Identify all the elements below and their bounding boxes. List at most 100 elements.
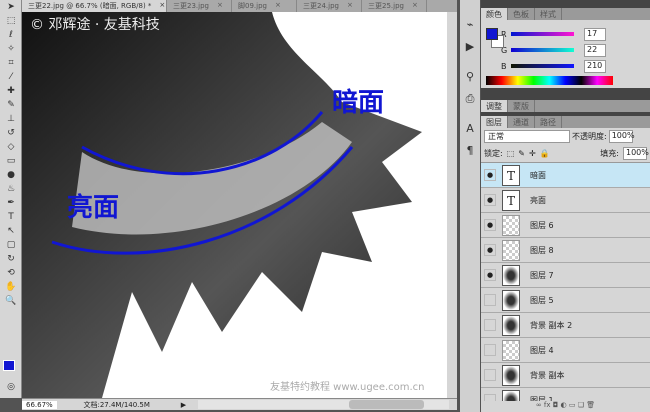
layer-row[interactable]: 图层 5 (481, 288, 650, 313)
layer-row[interactable]: ● 图层 7 (481, 263, 650, 288)
group-icon[interactable]: ▭ (569, 401, 576, 409)
history-icon[interactable]: ⌁ (460, 14, 480, 36)
zoom-level[interactable]: 66.67% (22, 400, 57, 409)
opacity-input[interactable]: 100% (608, 130, 635, 143)
lock-all-icon[interactable]: 🔒 (540, 149, 550, 158)
quick-mask-icon[interactable]: ◎ (2, 381, 20, 394)
path-select-icon[interactable]: ↖ (2, 225, 20, 238)
visibility-toggle[interactable] (484, 344, 496, 356)
character-icon[interactable]: A (460, 118, 480, 140)
zoom-tool-icon[interactable]: 🔍 (2, 295, 20, 308)
color-spectrum[interactable] (486, 76, 613, 85)
tab-color[interactable]: 颜色 (481, 8, 508, 20)
close-icon[interactable]: × (217, 1, 223, 11)
layer-row[interactable]: 背景 副本 2 (481, 313, 650, 338)
layer-row[interactable]: 图层 1 (481, 388, 650, 401)
dodge-tool-icon[interactable]: ♨ (2, 183, 20, 196)
shape-tool-icon[interactable]: ▢ (2, 239, 20, 252)
tab-label: 三更23.jpg (173, 2, 209, 10)
crop-tool-icon[interactable]: ⌗ (2, 57, 20, 70)
actions-icon[interactable]: ▶ (460, 36, 480, 58)
tab-doc-5[interactable]: 三更25.jpg × (362, 0, 427, 12)
eye-icon[interactable]: ● (484, 169, 496, 181)
visibility-toggle[interactable] (484, 294, 496, 306)
tab-doc-4[interactable]: 三更24.jpg × (297, 0, 362, 12)
fill-input[interactable]: 100% (623, 147, 649, 160)
tab-styles[interactable]: 样式 (535, 8, 562, 20)
document-tabs: 三更22.jpg @ 66.7% (暗面, RGB/8) * × 三更23.jpg… (22, 0, 457, 12)
clone-source-icon[interactable]: ⎙ (460, 88, 480, 110)
copyright-text: © 邓辉途 · 友基科技 (30, 17, 160, 33)
scroll-thumb[interactable] (348, 400, 424, 409)
tab-layers[interactable]: 图层 (481, 116, 508, 128)
eye-icon[interactable]: ● (484, 269, 496, 281)
stamp-tool-icon[interactable]: ⊥ (2, 113, 20, 126)
tab-channels[interactable]: 通道 (508, 116, 535, 128)
status-menu-arrow-icon[interactable]: ▶ (177, 401, 190, 409)
g-input[interactable]: 22 (584, 43, 606, 57)
visibility-toggle[interactable] (484, 319, 496, 331)
layer-row[interactable]: ● T 暗面 (481, 163, 650, 188)
mask-icon[interactable]: ◘ (553, 401, 559, 409)
horizontal-scrollbar[interactable] (198, 400, 449, 409)
pen-tool-icon[interactable]: ✒ (2, 197, 20, 210)
tab-adjustments[interactable]: 调整 (481, 100, 508, 112)
fx-icon[interactable]: fx (544, 401, 551, 409)
layer-row[interactable]: ● 图层 6 (481, 213, 650, 238)
eye-icon[interactable]: ● (484, 244, 496, 256)
move-tool-icon[interactable]: ➤ (2, 1, 20, 14)
eye-icon[interactable]: ● (484, 219, 496, 231)
history-brush-icon[interactable]: ↺ (2, 127, 20, 140)
3d-orbit-icon[interactable]: ⟲ (2, 267, 20, 280)
close-icon[interactable]: × (159, 1, 165, 11)
canvas[interactable]: © 邓辉途 · 友基科技 暗面 亮面 友基特约教程 www.ugee.com.c… (22, 12, 447, 398)
layer-row[interactable]: 图层 4 (481, 338, 650, 363)
blend-mode-select[interactable]: 正常 (484, 130, 570, 143)
eraser-icon[interactable]: ◇ (2, 141, 20, 154)
eye-icon[interactable]: ● (484, 194, 496, 206)
visibility-toggle[interactable] (484, 394, 496, 401)
lock-position-icon[interactable]: ✛ (529, 149, 536, 158)
foreground-color-swatch[interactable] (486, 28, 498, 40)
type-tool-icon[interactable]: T (2, 211, 20, 224)
tab-doc-1[interactable]: 三更22.jpg @ 66.7% (暗面, RGB/8) * × (22, 0, 167, 12)
r-input[interactable]: 17 (584, 27, 606, 41)
tool-presets-icon[interactable]: ⚲ (460, 66, 480, 88)
link-icon[interactable]: ∞ (536, 401, 542, 409)
healing-brush-icon[interactable]: ✚ (2, 85, 20, 98)
blur-tool-icon[interactable]: ● (2, 169, 20, 182)
tab-doc-3[interactable]: 脚09.jpg × (232, 0, 297, 12)
lock-transparency-icon[interactable]: ⬚ (507, 149, 515, 158)
eyedropper-icon[interactable]: ⁄ (2, 71, 20, 84)
tab-doc-2[interactable]: 三更23.jpg × (167, 0, 232, 12)
watermark-text: 友基特约教程 www.ugee.com.cn (270, 382, 425, 393)
hand-tool-icon[interactable]: ✋ (2, 281, 20, 294)
delete-icon[interactable]: 🗑 (586, 401, 595, 409)
lock-pixels-icon[interactable]: ✎ (518, 149, 525, 158)
foreground-color-swatch[interactable] (3, 360, 15, 371)
magic-wand-icon[interactable]: ✧ (2, 43, 20, 56)
g-slider[interactable] (511, 48, 574, 52)
layer-row[interactable]: ● 图层 8 (481, 238, 650, 263)
tab-masks[interactable]: 蒙版 (508, 100, 535, 112)
new-layer-icon[interactable]: ❏ (578, 401, 584, 409)
paragraph-icon[interactable]: ¶ (460, 140, 480, 162)
3d-rotate-icon[interactable]: ↻ (2, 253, 20, 266)
vertical-scrollbar[interactable] (447, 12, 457, 398)
b-input[interactable]: 210 (584, 59, 606, 73)
gradient-tool-icon[interactable]: ▭ (2, 155, 20, 168)
marquee-tool-icon[interactable]: ⬚ (2, 15, 20, 28)
lasso-tool-icon[interactable]: ℓ (2, 29, 20, 42)
layer-row[interactable]: 背景 副本 (481, 363, 650, 388)
visibility-toggle[interactable] (484, 369, 496, 381)
layer-row[interactable]: ● T 亮面 (481, 188, 650, 213)
r-slider[interactable] (511, 32, 574, 36)
close-icon[interactable]: × (275, 1, 281, 11)
close-icon[interactable]: × (347, 1, 353, 11)
adjustment-icon[interactable]: ◐ (561, 401, 567, 409)
tab-swatches[interactable]: 色板 (508, 8, 535, 20)
brush-tool-icon[interactable]: ✎ (2, 99, 20, 112)
close-icon[interactable]: × (412, 1, 418, 11)
b-slider[interactable] (511, 64, 574, 68)
tab-paths[interactable]: 路径 (535, 116, 562, 128)
